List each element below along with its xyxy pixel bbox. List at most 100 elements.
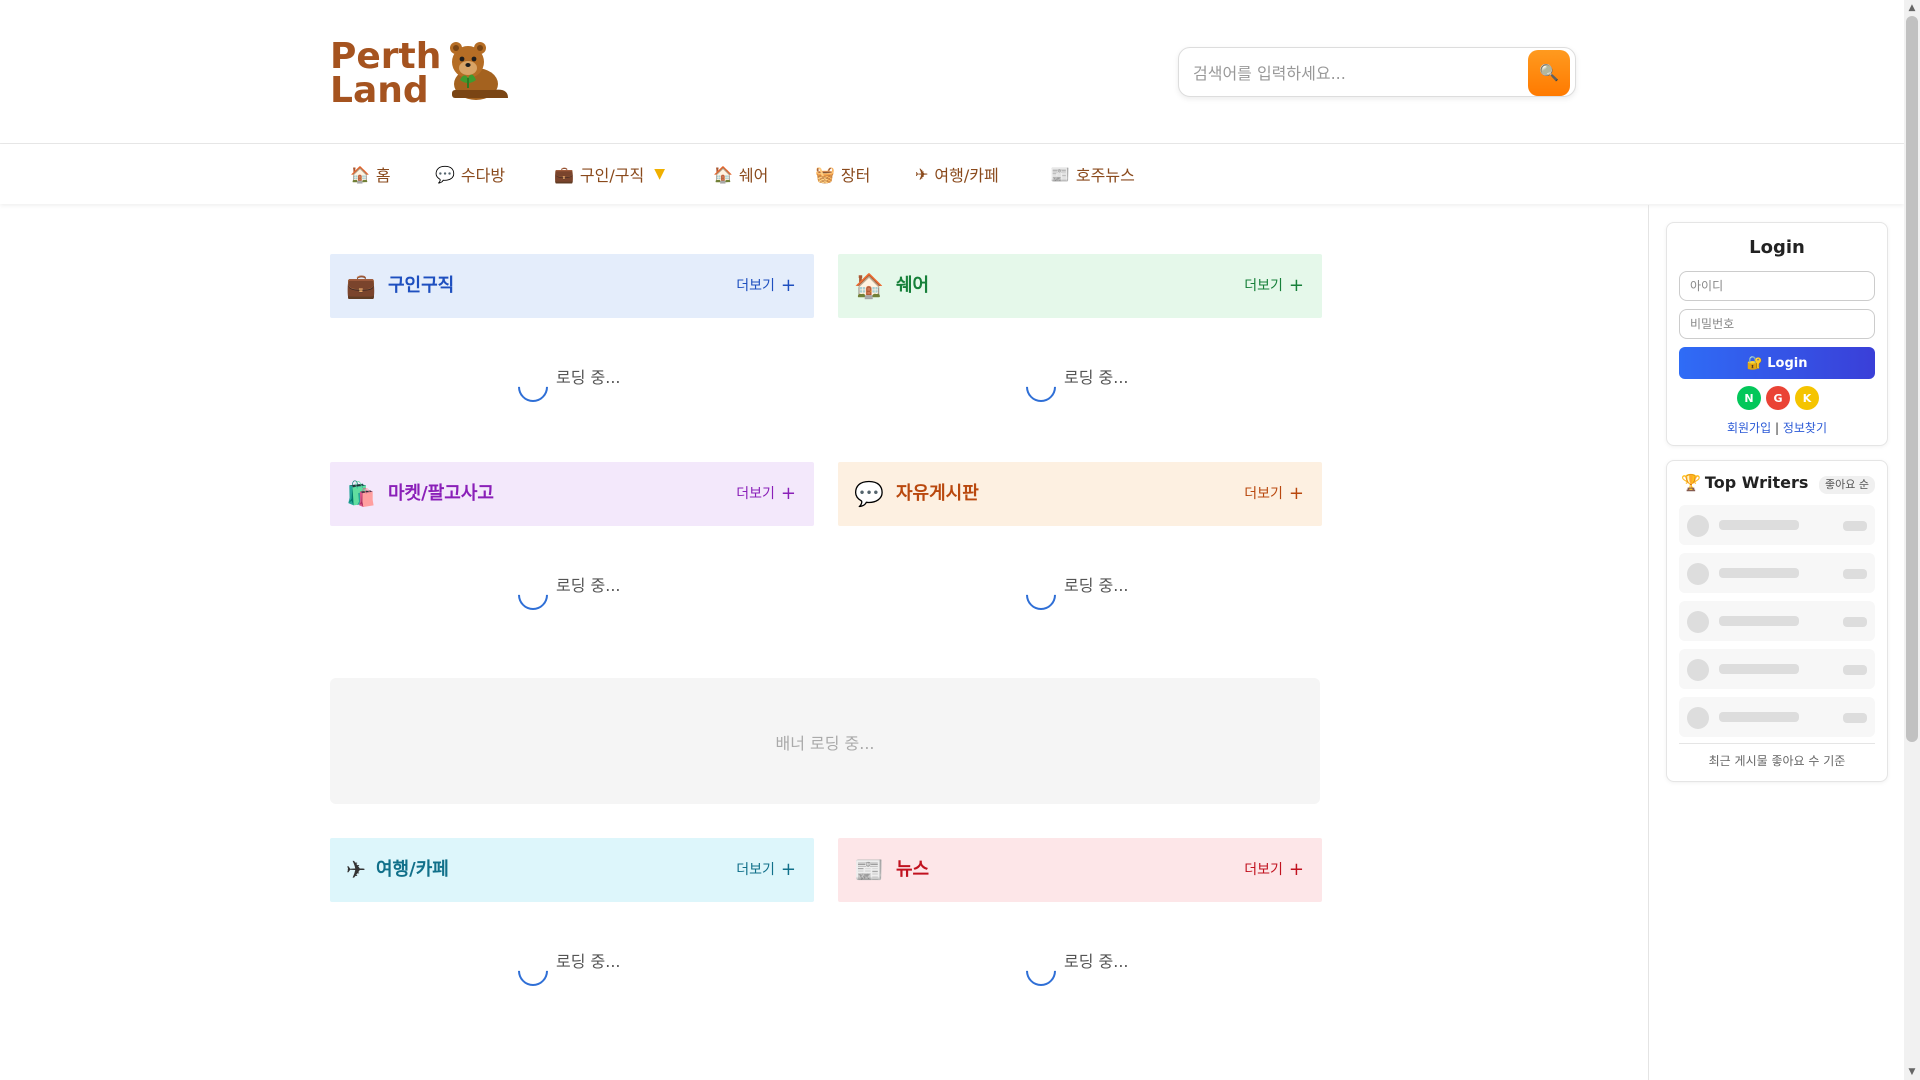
avatar-placeholder (1687, 611, 1709, 633)
scroll-thumb[interactable] (1906, 16, 1918, 742)
logo-line-1: Perth (330, 36, 442, 77)
banner-loading-text: 배너 로딩 중... (775, 734, 875, 753)
name-placeholder (1719, 568, 1799, 578)
search-icon: 🔍 (1539, 65, 1559, 82)
search-bar: 🔍 (1178, 47, 1576, 97)
loading-indicator: 로딩 중... (838, 568, 1322, 617)
spinner-icon (511, 573, 555, 617)
kakao-login-button[interactable]: K (1795, 386, 1819, 410)
nav-label: 수다방 (460, 166, 506, 185)
count-placeholder (1843, 569, 1867, 579)
loading-text: 로딩 중... (1064, 576, 1129, 595)
count-placeholder (1843, 521, 1867, 531)
scroll-down-arrow-icon[interactable]: ▼ (1904, 1064, 1920, 1080)
banner: 배너 로딩 중... (330, 678, 1320, 804)
newspaper-icon: 📰 (1050, 164, 1070, 184)
loading-indicator: 로딩 중... (330, 568, 814, 617)
sidebar-divider (1648, 205, 1649, 1080)
main-nav: 🏠 홈 💬 수다방 💼 구인/구직 ▼ 🏠 쉐어 🧺 장터 ✈ 여행/카페 📰 … (0, 144, 1904, 204)
more-label: 더보기 (736, 278, 775, 294)
avatar-placeholder (1687, 659, 1709, 681)
avatar-placeholder (1687, 563, 1709, 585)
writer-skeleton-row (1679, 553, 1875, 593)
writer-skeleton-row (1679, 601, 1875, 641)
more-label: 더보기 (1244, 278, 1283, 294)
sort-badge[interactable]: 좋아요 순 (1819, 476, 1875, 494)
loading-indicator: 로딩 중... (330, 360, 814, 409)
section-header-share: 🏠 쉐어 더보기 + (838, 254, 1322, 318)
home-icon: 🏠 (713, 164, 733, 184)
nav-item-chat[interactable]: 💬 수다방 (435, 162, 505, 186)
password-field[interactable] (1679, 309, 1875, 339)
loading-text: 로딩 중... (1064, 368, 1129, 387)
more-label: 더보기 (736, 486, 775, 502)
site-logo[interactable]: Perth Land (330, 36, 510, 109)
find-account-link[interactable]: 정보찾기 (1783, 421, 1827, 435)
link-separator: | (1774, 421, 1780, 435)
scroll-up-arrow-icon[interactable]: ▲ (1904, 0, 1920, 16)
home-icon: 🏠 (854, 272, 884, 300)
login-links: 회원가입 | 정보찾기 (1667, 419, 1887, 436)
nav-label: 홈 (375, 166, 391, 185)
nav-label: 여행/카페 (934, 166, 999, 185)
search-button[interactable]: 🔍 (1528, 50, 1570, 96)
scrollbar[interactable]: ▲ ▼ (1904, 0, 1920, 1080)
more-label: 더보기 (1244, 862, 1283, 878)
search-input[interactable] (1193, 60, 1513, 86)
nav-item-travel[interactable]: ✈ 여행/카페 (915, 162, 999, 186)
count-placeholder (1843, 665, 1867, 675)
site-header: Perth Land � (0, 0, 1904, 144)
newspaper-icon: 📰 (854, 856, 884, 884)
count-placeholder (1843, 713, 1867, 723)
section-header-market: 🛍️ 마켓/팔고사고 더보기 + (330, 462, 814, 526)
login-title: Login (1749, 237, 1805, 258)
speech-bubble-icon: 💬 (854, 480, 884, 508)
nav-item-news[interactable]: 📰 호주뉴스 (1050, 162, 1135, 186)
home-icon: 🏠 (350, 164, 370, 184)
nav-label: 구인/구직 (579, 166, 645, 185)
nav-item-home[interactable]: 🏠 홈 (350, 162, 391, 186)
spinner-icon (1019, 365, 1063, 409)
more-link[interactable]: 더보기 + (1244, 276, 1304, 296)
more-link[interactable]: 더보기 + (1244, 860, 1304, 880)
nav-item-market[interactable]: 🧺 장터 (815, 162, 870, 186)
spinner-icon (511, 365, 555, 409)
nav-label: 쉐어 (738, 166, 769, 185)
section-header-news: 📰 뉴스 더보기 + (838, 838, 1322, 902)
signup-link[interactable]: 회원가입 (1727, 421, 1771, 435)
more-link[interactable]: 더보기 + (736, 276, 796, 296)
more-label: 더보기 (736, 862, 775, 878)
username-field[interactable] (1679, 271, 1875, 301)
count-placeholder (1843, 617, 1867, 627)
speech-bubble-icon: 💬 (435, 164, 455, 184)
more-link[interactable]: 더보기 + (736, 860, 796, 880)
google-login-button[interactable]: G (1766, 386, 1790, 410)
kakao-icon: K (1802, 391, 1812, 405)
plus-icon: + (780, 275, 796, 296)
plus-icon: + (1288, 483, 1304, 504)
more-link[interactable]: 더보기 + (1244, 484, 1304, 504)
more-link[interactable]: 더보기 + (736, 484, 796, 504)
loading-indicator: 로딩 중... (838, 944, 1322, 993)
section-title: 자유게시판 (896, 483, 979, 504)
more-label: 더보기 (1244, 486, 1283, 502)
avatar-placeholder (1687, 707, 1709, 729)
loading-text: 로딩 중... (556, 576, 621, 595)
nav-label: 장터 (840, 166, 871, 185)
writer-skeleton-row (1679, 649, 1875, 689)
plus-icon: + (780, 483, 796, 504)
avatar-placeholder (1687, 515, 1709, 537)
naver-icon: N (1744, 391, 1754, 405)
shopping-bags-icon: 🛍️ (346, 480, 376, 508)
name-placeholder (1719, 616, 1799, 626)
naver-login-button[interactable]: N (1737, 386, 1761, 410)
nav-item-share[interactable]: 🏠 쉐어 (713, 162, 768, 186)
section-header-free-board: 💬 자유게시판 더보기 + (838, 462, 1322, 526)
loading-text: 로딩 중... (556, 368, 621, 387)
name-placeholder (1719, 520, 1799, 530)
airplane-icon: ✈ (915, 164, 929, 184)
trophy-icon: 🏆 (1681, 473, 1701, 492)
nav-item-jobs[interactable]: 💼 구인/구직 ▼ (554, 162, 665, 186)
quokka-icon (450, 42, 508, 100)
login-button[interactable]: 🔐 Login (1679, 347, 1875, 379)
